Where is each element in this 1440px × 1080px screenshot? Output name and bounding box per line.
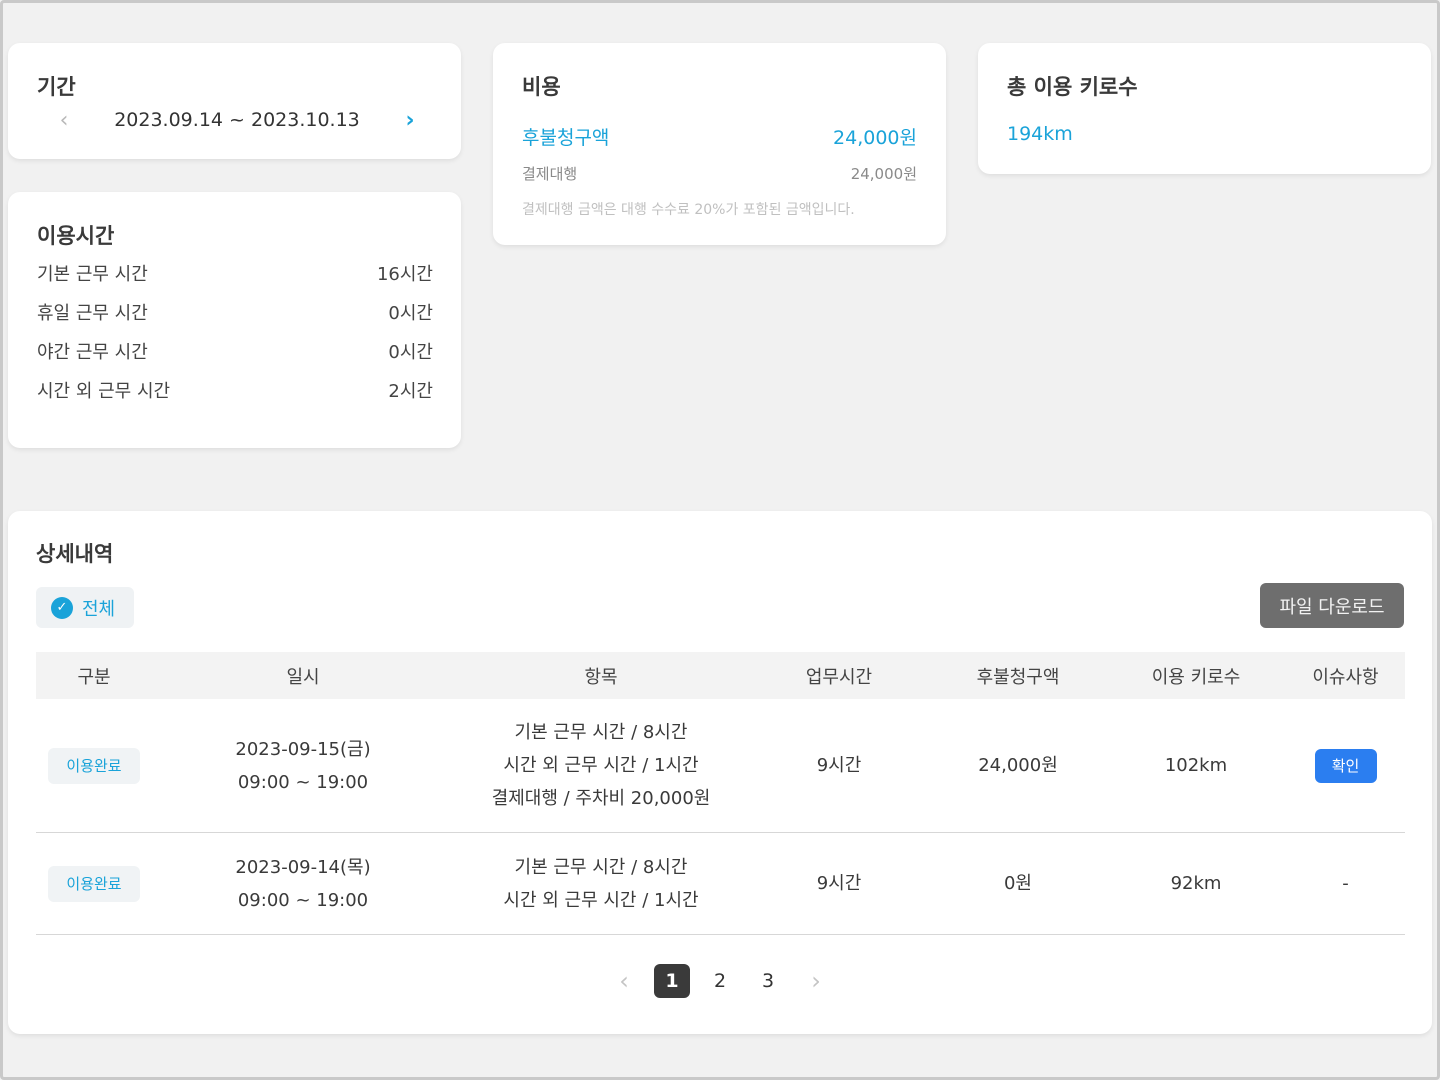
deferred-billing-value: 24,000원	[833, 127, 917, 149]
usage-value: 0시간	[388, 342, 433, 363]
issue-confirm-button[interactable]: 확인	[1314, 748, 1377, 783]
check-circle-icon: ✓	[51, 596, 73, 619]
table-header: 구분 일시 항목 업무시간 후불청구액 이용 키로수 이슈사항	[36, 652, 1405, 699]
chevron-left-icon[interactable]: ‹	[600, 963, 648, 999]
chevron-left-icon[interactable]: ‹	[52, 108, 76, 133]
column-header: 이슈사항	[1312, 666, 1379, 688]
usage-value: 16시간	[376, 264, 433, 285]
issue-cell: 확인	[1286, 748, 1405, 783]
usage-time-card: 이용시간 기본 근무 시간 16시간 휴일 근무 시간 0시간 야간 근무 시간…	[8, 192, 461, 448]
column-header: 항목	[584, 666, 618, 688]
km-value: 194km	[1007, 123, 1073, 145]
usage-label: 야간 근무 시간	[37, 342, 148, 363]
usage-label: 휴일 근무 시간	[37, 303, 148, 324]
column-header: 일시	[286, 666, 320, 688]
period-selector: ‹ 2023.09.14 ~ 2023.10.13 ›	[52, 105, 422, 135]
payment-proxy-label: 결제대행	[522, 165, 578, 183]
issue-cell: -	[1342, 873, 1349, 894]
time-text: 09:00 ~ 19:00	[237, 889, 369, 911]
item-text: 기본 근무 시간 / 8시간	[514, 856, 688, 878]
usage-value: 0시간	[388, 303, 433, 324]
payment-proxy-row: 결제대행 24,000원	[522, 163, 917, 184]
status-badge: 이용완료	[48, 865, 140, 902]
items-cell: 기본 근무 시간 / 8시간 시간 외 근무 시간 / 1시간 결제대행 / 주…	[454, 716, 748, 815]
filter-all-chip[interactable]: ✓ 전체	[36, 587, 134, 628]
chevron-right-icon[interactable]: ›	[792, 963, 840, 999]
detail-table: 구분 일시 항목 업무시간 후불청구액 이용 키로수 이슈사항 이용완료 202…	[36, 652, 1405, 935]
status-badge: 이용완료	[48, 747, 140, 784]
usage-list: 기본 근무 시간 16시간 휴일 근무 시간 0시간 야간 근무 시간 0시간 …	[37, 260, 433, 416]
period-range: 2023.09.14 ~ 2023.10.13	[114, 109, 360, 131]
cost-card: 비용 후불청구액 24,000원 결제대행 24,000원 결제대행 금액은 대…	[493, 43, 946, 245]
payment-proxy-value: 24,000원	[850, 165, 917, 183]
detail-card: 상세내역 ✓ 전체 파일 다운로드 구분 일시 항목 업무시간 후불청구액 이용…	[8, 511, 1432, 1034]
amount-cell: 24,000원	[978, 755, 1058, 776]
file-download-button[interactable]: 파일 다운로드	[1260, 583, 1404, 628]
usage-row: 시간 외 근무 시간 2시간	[37, 377, 433, 416]
table-row: 이용완료 2023-09-15(금) 09:00 ~ 19:00 기본 근무 시…	[36, 699, 1405, 833]
work-time-cell: 9시간	[816, 873, 862, 894]
item-text: 시간 외 근무 시간 / 1시간	[503, 889, 699, 911]
usage-row: 야간 근무 시간 0시간	[37, 338, 433, 377]
period-title: 기간	[37, 75, 76, 99]
usage-label: 시간 외 근무 시간	[37, 381, 171, 402]
items-cell: 기본 근무 시간 / 8시간 시간 외 근무 시간 / 1시간	[454, 851, 748, 917]
page-number: 2	[713, 970, 727, 992]
total-km-card: 총 이용 키로수 194km	[978, 43, 1431, 174]
usage-label: 기본 근무 시간	[37, 264, 148, 285]
item-text: 시간 외 근무 시간 / 1시간	[503, 755, 699, 776]
usage-row: 기본 근무 시간 16시간	[37, 260, 433, 299]
detail-title: 상세내역	[36, 542, 114, 566]
table-row: 이용완료 2023-09-14(목) 09:00 ~ 19:00 기본 근무 시…	[36, 833, 1405, 935]
page-number: 3	[761, 970, 775, 992]
page-3[interactable]: 3	[744, 963, 792, 999]
cost-title: 비용	[522, 75, 561, 99]
filter-all-label: 전체	[82, 598, 116, 620]
amount-cell: 0원	[1003, 873, 1032, 894]
usage-title: 이용시간	[37, 224, 115, 248]
page-2[interactable]: 2	[696, 963, 744, 999]
pagination: ‹ 1 2 3 ›	[8, 963, 1432, 999]
deferred-billing-label: 후불청구액	[522, 127, 610, 149]
column-header: 후불청구액	[976, 666, 1060, 688]
usage-value: 2시간	[388, 381, 433, 402]
time-text: 09:00 ~ 19:00	[237, 771, 369, 793]
period-card: 기간 ‹ 2023.09.14 ~ 2023.10.13 ›	[8, 43, 461, 159]
deferred-billing-row: 후불청구액 24,000원	[522, 123, 917, 150]
km-cell: 92km	[1170, 873, 1222, 894]
column-header: 이용 키로수	[1151, 666, 1241, 688]
page-1[interactable]: 1	[648, 963, 696, 999]
column-header: 업무시간	[805, 666, 873, 688]
page-number: 1	[654, 964, 690, 998]
item-text: 기본 근무 시간 / 8시간	[514, 722, 688, 743]
datetime-cell: 2023-09-14(목) 09:00 ~ 19:00	[152, 851, 454, 917]
km-cell: 102km	[1164, 755, 1228, 776]
status-cell: 이용완료	[36, 865, 152, 902]
chevron-right-icon[interactable]: ›	[398, 108, 422, 133]
datetime-cell: 2023-09-15(금) 09:00 ~ 19:00	[152, 733, 454, 799]
work-time-cell: 9시간	[816, 755, 862, 776]
status-cell: 이용완료	[36, 747, 152, 784]
usage-row: 휴일 근무 시간 0시간	[37, 299, 433, 338]
date-text: 2023-09-15(금)	[235, 738, 371, 760]
km-title: 총 이용 키로수	[1007, 75, 1138, 99]
item-text: 결제대행 / 주차비 20,000원	[491, 788, 711, 809]
date-text: 2023-09-14(목)	[235, 856, 371, 878]
cost-note: 결제대행 금액은 대행 수수료 20%가 포함된 금액입니다.	[522, 202, 855, 218]
column-header: 구분	[77, 666, 111, 688]
